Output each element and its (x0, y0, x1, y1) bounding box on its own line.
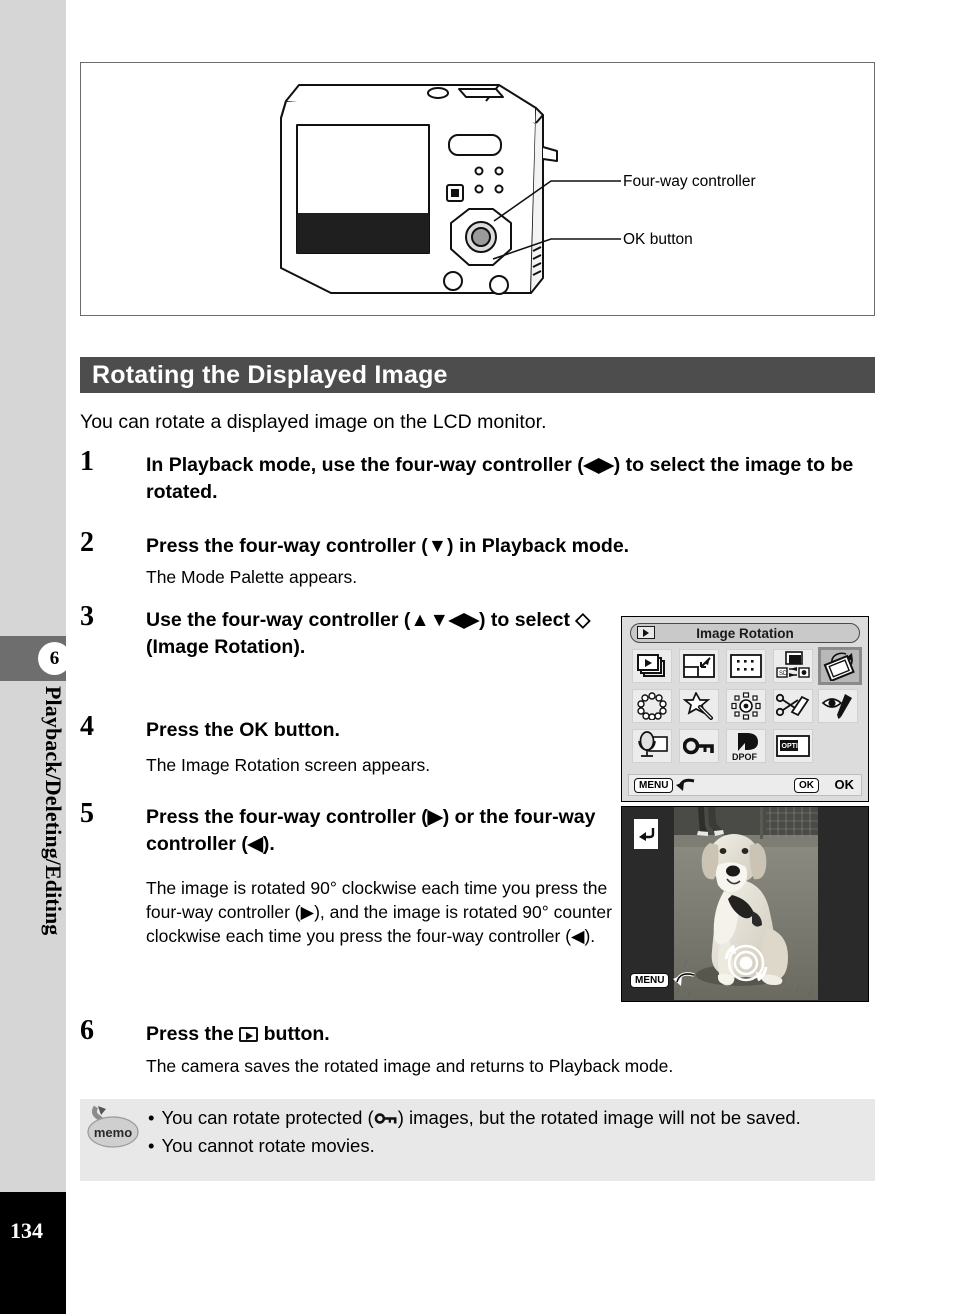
step-1-number: 1 (80, 446, 94, 477)
memo-item-1-before: You can rotate protected ( (161, 1107, 374, 1128)
playback-button-icon (239, 1027, 259, 1042)
ok-key[interactable]: OK (794, 778, 819, 793)
memo-item-1-after: ) images, but the rotated image will not… (397, 1107, 801, 1128)
back-arrow-icon (676, 778, 695, 791)
start-up-screen-icon[interactable]: OPTIO (773, 729, 813, 763)
frame-decoration-icon[interactable] (632, 689, 672, 723)
step-6-number: 6 (80, 1015, 94, 1046)
lcd-mode-palette: Image Rotation SD DPOF OPTIO MENU OK OK (621, 616, 869, 802)
frame-composite-icon[interactable] (726, 649, 766, 683)
red-eye-compensation-icon[interactable] (818, 689, 858, 723)
memo-bullet-2: • (148, 1135, 155, 1157)
memo-item-2-text: You cannot rotate movies. (161, 1135, 375, 1157)
step-6-title: Press the button. (146, 1021, 871, 1048)
step-2-description: The Mode Palette appears. (146, 567, 358, 587)
dpof-icon[interactable]: DPOF (726, 729, 766, 763)
memo-item-1: • You can rotate protected ( ) images, b… (148, 1105, 863, 1131)
mode-palette-title: Image Rotation (696, 625, 794, 641)
image-rotation-icon[interactable] (818, 647, 862, 685)
section-heading-bar: Rotating the Displayed Image (80, 357, 875, 393)
step-2-number: 2 (80, 527, 94, 558)
voice-memo-icon[interactable] (632, 729, 672, 763)
lcd-image-rotation-preview: MENU (621, 806, 869, 1002)
svg-text:memo: memo (94, 1125, 132, 1140)
menu-key[interactable]: MENU (634, 778, 674, 793)
step-6-title-before: Press the (146, 1023, 240, 1045)
chapter-number: 6 (38, 642, 71, 675)
step-1-title: In Playback mode, use the four-way contr… (146, 454, 854, 503)
menu-key-preview[interactable]: MENU (630, 972, 670, 988)
step-3-title: Use the four-way controller (▲▼◀▶) to se… (146, 609, 591, 658)
step-4-number: 4 (80, 711, 94, 742)
ok-label: OK (834, 777, 855, 792)
memo-box: memo • You can rotate protected ( ) imag… (80, 1099, 875, 1181)
step-2-title: Press the four-way controller (▼) in Pla… (146, 535, 630, 557)
trimming-icon[interactable] (773, 689, 813, 723)
section-heading-text: Rotating the Displayed Image (92, 361, 448, 389)
step-3-number: 3 (80, 601, 94, 632)
callout-label-four-way-controller: Four-way controller (623, 173, 756, 190)
memo-item-2: • You cannot rotate movies. (148, 1133, 863, 1159)
step-6-description: The camera saves the rotated image and r… (146, 1056, 674, 1076)
svg-text:OPTIO: OPTIO (782, 743, 804, 750)
brightness-filter-icon[interactable] (726, 689, 766, 723)
back-arrow-icon-preview (673, 972, 695, 986)
step-5-number: 5 (80, 798, 94, 829)
chapter-title-vertical: Playback/Deleting/Editing (41, 686, 66, 936)
section-intro-text: You can rotate a displayed image on the … (80, 411, 547, 433)
page-number-block (0, 1192, 66, 1314)
resize-icon[interactable] (679, 649, 719, 683)
chapter-rail: 6 Playback/Deleting/Editing (0, 0, 71, 1314)
slideshow-icon[interactable] (632, 649, 672, 683)
camera-illustration-box: Four-way controller OK button (80, 62, 875, 316)
svg-text:DPOF: DPOF (732, 752, 758, 761)
protect-key-icon (374, 1113, 397, 1124)
mode-palette-footer: MENU OK OK (628, 774, 862, 796)
digital-filter-icon[interactable] (679, 689, 719, 723)
memo-icon: memo (84, 1105, 142, 1153)
step-4-title: Press the OK button. (146, 719, 340, 741)
callout-label-ok-button: OK button (623, 231, 693, 248)
playback-icon (637, 626, 655, 639)
page-number: 134 (10, 1218, 43, 1243)
step-6-title-after: button. (258, 1023, 330, 1045)
mode-palette-grid: SD DPOF OPTIO (632, 647, 862, 763)
step-5-description: The image is rotated 90° clockwise each … (146, 878, 612, 947)
svg-text:SD: SD (779, 671, 788, 677)
image-rotation-footer: MENU (630, 971, 698, 989)
image-copy-icon[interactable]: SD (773, 649, 813, 683)
memo-bullet-1: • (148, 1107, 155, 1128)
protect-icon[interactable] (679, 729, 719, 763)
step-5-title: Press the four-way controller (▶) or the… (146, 806, 596, 855)
enter-arrow-icon (634, 819, 658, 849)
memo-list: • You can rotate protected ( ) images, b… (148, 1105, 863, 1160)
mode-palette-title-bar: Image Rotation (630, 623, 860, 643)
memo-item-1-text: You can rotate protected ( ) images, but… (161, 1105, 800, 1131)
step-4-description: The Image Rotation screen appears. (146, 755, 431, 775)
